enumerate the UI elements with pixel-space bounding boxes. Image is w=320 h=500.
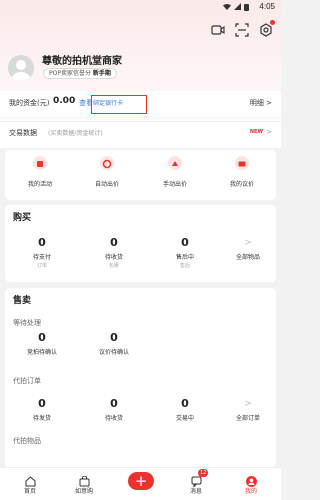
tab-label: 如意购 [74,488,93,495]
order-pending-shipment[interactable]: 0 待发货 [12,397,72,423]
scan-icon[interactable] [235,22,249,37]
label: 待收货 [104,415,123,422]
buy-all-items[interactable]: > 全部物品 [218,237,278,261]
fund-label: 我的资金(元) [9,99,50,107]
wifi-icon [223,3,231,10]
chevron-right-icon: > [244,238,252,248]
highlight-box [91,95,147,114]
orders-group-title: 代拍订单 [13,377,41,385]
quick-label: 我的活动 [27,181,52,188]
bargain-pending-confirm[interactable]: 0 议价待确认 [84,331,144,357]
trade-data-row[interactable]: 交易数据 (买卖数据/资金统计) NEW > [0,121,281,143]
fund-detail-label: 明细 [249,99,264,107]
label: 竞拍待确认 [26,349,57,356]
quick-label: 我的议价 [229,181,254,188]
fund-detail-link[interactable]: 明细 > [250,98,272,108]
chevron-right-icon: > [266,99,272,107]
tab-label: 我的 [244,488,257,495]
tab-label: 首页 [23,488,36,495]
shop-icon [79,472,90,487]
quick-my-bargain[interactable]: 我的议价 [212,156,272,188]
header-actions [211,20,275,37]
profile-icon [245,472,257,487]
buy-card: 购买 0 待支付 订单 0 待收货 包裹 0 售后中 售后 > 全部物品 [5,205,276,282]
message-count-badge: 12 [198,469,209,477]
quick-actions-card: 我的活动 自动出价 手动出价 我的议价 [5,150,276,200]
new-badge: NEW [249,129,263,135]
status-bar: 4:05 [0,0,281,14]
credit-badge-prefix: POP卖家信誉分 [49,70,91,77]
chevron-right-icon: > [244,399,252,409]
fund-value: 0.00 [53,96,76,106]
label: 交易中 [175,415,194,422]
tab-home[interactable]: 首页 [10,472,50,495]
count: 0 [38,331,46,344]
quick-auto-bid[interactable]: 自动出价 [77,156,137,188]
order-pending-receipt[interactable]: 0 待收货 [84,397,144,423]
buy-section-title: 购买 [13,213,32,223]
sell-section-title: 售卖 [13,296,32,306]
count: 0 [110,331,118,344]
label: 待收货 [104,254,123,261]
calendar-icon [33,156,47,170]
signal-icon [234,3,241,10]
count: 0 [110,236,118,249]
count: 0 [110,397,118,410]
sublabel: 包裹 [108,263,119,269]
quick-my-activity[interactable]: 我的活动 [10,156,70,188]
goods-group-title: 代拍物品 [13,437,41,445]
status-icons [223,3,249,11]
label: 售后中 [175,254,194,261]
sell-card: 售卖 等待处理 0 竞拍待确认 0 议价待确认 代拍订单 0 待发货 0 待收货… [5,288,276,468]
buy-pending-payment[interactable]: 0 待支付 订单 [12,236,72,270]
sublabel: 售后 [179,263,190,269]
tab-shop[interactable]: 如意购 [64,472,104,495]
all-orders[interactable]: > 全部订单 [218,398,278,422]
buy-after-sales[interactable]: 0 售后中 售后 [155,236,215,270]
count: 0 [38,236,46,249]
tab-messages[interactable]: 消息 [176,472,216,495]
settings-icon[interactable] [259,20,275,37]
label: 议价待确认 [98,349,129,356]
tab-mine[interactable]: 我的 [231,472,271,495]
trade-data-subtitle: (买卖数据/资金统计) [48,130,103,137]
order-in-trade[interactable]: 0 交易中 [155,397,215,423]
count: 0 [38,397,46,410]
trade-data-label: 交易数据 [9,129,37,137]
pending-group-title: 等待处理 [13,319,41,327]
home-icon [25,472,36,487]
shop-name: 尊敬的拍机堂商家 [42,56,122,67]
settings-notification-dot [270,20,275,25]
credit-badge-level: 新手期 [92,70,111,77]
avatar[interactable] [8,55,34,81]
quick-manual-bid[interactable]: 手动出价 [145,156,205,188]
chevron-right-icon: > [266,128,272,136]
count: 0 [181,397,189,410]
count: 0 [181,236,189,249]
label: 全部物品 [235,254,260,261]
quick-label: 自动出价 [94,181,119,188]
default-avatar-icon [11,60,31,81]
label: 待支付 [32,254,51,261]
label: 全部订单 [235,415,260,422]
auction-pending-confirm[interactable]: 0 竞拍待确认 [12,331,72,357]
battery-icon [244,4,249,11]
quick-label: 手动出价 [162,181,187,188]
add-button[interactable]: + [128,472,154,490]
credit-badge[interactable]: POP卖家信誉分 新手期 [43,68,117,79]
bargain-icon [235,156,249,170]
sublabel: 订单 [36,263,47,269]
status-time: 4:05 [259,2,275,11]
auto-bid-icon [100,156,114,170]
tab-label: 消息 [189,488,202,495]
buy-pending-receipt[interactable]: 0 待收货 包裹 [84,236,144,270]
label: 待发货 [32,415,51,422]
live-video-icon[interactable] [211,22,225,36]
manual-bid-icon [168,156,182,170]
